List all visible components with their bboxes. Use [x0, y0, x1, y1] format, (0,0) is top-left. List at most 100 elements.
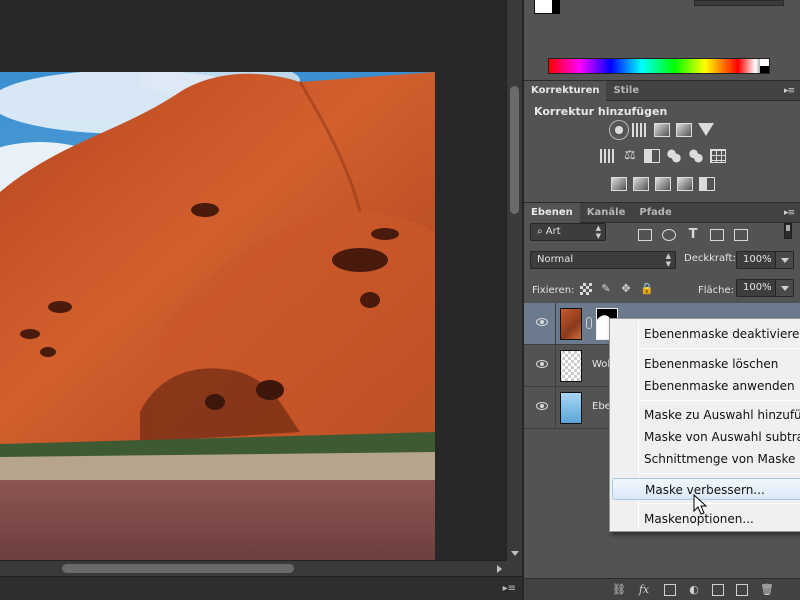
- menu-item-deactivate-mask[interactable]: Ebenenmaske deaktivieren: [610, 323, 800, 345]
- color-lookup-icon[interactable]: [710, 149, 726, 163]
- fx-icon[interactable]: fx: [636, 583, 652, 596]
- stepper-icon: ▲ ▼: [595, 224, 601, 240]
- new-layer-icon[interactable]: [736, 583, 748, 596]
- black-white-swatches[interactable]: [760, 59, 769, 73]
- blend-mode-select[interactable]: Normal ▲ ▼: [530, 251, 676, 269]
- layers-footer-toolbar: ⛓ fx ◐ 🗑: [524, 578, 800, 600]
- menu-item-delete-mask[interactable]: Ebenenmaske löschen: [610, 353, 800, 375]
- tab-kanaele[interactable]: Kanäle: [580, 203, 633, 223]
- scroll-right-arrow-icon[interactable]: [497, 565, 502, 573]
- layer-thumbnail[interactable]: [560, 392, 582, 424]
- group-folder-icon[interactable]: [712, 583, 724, 596]
- vertical-scrollbar[interactable]: [506, 0, 522, 560]
- text-layer-filter-icon[interactable]: T: [686, 228, 700, 241]
- lock-all-icon[interactable]: 🔒: [640, 283, 654, 295]
- adjustment-layer-filter-icon[interactable]: [662, 229, 676, 241]
- search-icon: ⌕: [537, 226, 546, 237]
- menu-separator: [640, 348, 800, 349]
- gradient-map-icon[interactable]: [677, 177, 693, 191]
- shape-layer-filter-icon[interactable]: [710, 229, 724, 241]
- status-menu-icon[interactable]: ▸≡: [503, 583, 516, 594]
- add-mask-icon[interactable]: [664, 583, 676, 596]
- lock-transparent-pixels-icon[interactable]: [580, 283, 592, 295]
- layer-thumbnail[interactable]: [560, 350, 582, 382]
- photo-filter-icon[interactable]: [666, 149, 682, 163]
- scroll-down-arrow-icon[interactable]: [511, 551, 519, 556]
- layer-filter-kind-select[interactable]: ⌕ Art ▲ ▼: [530, 223, 606, 241]
- lock-label: Fixieren:: [532, 285, 575, 296]
- layer-thumbnail[interactable]: [560, 308, 582, 340]
- layer-filter-toggle[interactable]: [784, 223, 792, 239]
- vertical-scroll-thumb[interactable]: [510, 86, 519, 214]
- menu-separator: [640, 473, 800, 474]
- selective-color-icon[interactable]: [699, 177, 715, 191]
- filter-kind-value: Art: [545, 226, 561, 237]
- fill-value: 100%: [743, 282, 772, 293]
- eye-icon[interactable]: [536, 318, 548, 326]
- hue-saturation-icon[interactable]: [600, 149, 616, 163]
- background-color-swatch[interactable]: [552, 0, 560, 14]
- menu-separator: [640, 400, 800, 401]
- threshold-icon[interactable]: [655, 177, 671, 191]
- tab-pfade[interactable]: Pfade: [632, 203, 678, 223]
- color-slider-track[interactable]: [694, 0, 784, 6]
- panel-menu-icon[interactable]: ▸≡: [784, 86, 795, 96]
- link-icon[interactable]: ⛓: [612, 583, 626, 596]
- smart-object-filter-icon[interactable]: [734, 229, 748, 241]
- opacity-input[interactable]: 100%: [736, 251, 794, 269]
- fill-input[interactable]: 100%: [736, 279, 794, 297]
- color-balance-icon[interactable]: ⚖: [622, 149, 638, 163]
- stepper-icon: ▲ ▼: [665, 252, 671, 268]
- mask-link-chain-icon[interactable]: [586, 317, 592, 329]
- menu-item-apply-mask[interactable]: Ebenenmaske anwenden: [610, 375, 800, 397]
- adjustments-panel: Korrekturen Stile ▸≡ Korrektur hinzufügen…: [524, 80, 800, 202]
- tab-stile[interactable]: Stile: [606, 81, 646, 101]
- photoshop-window: ▸≡ Korrekturen Stile ▸≡ Korrektur hinzufü…: [0, 0, 800, 600]
- tab-korrekturen[interactable]: Korrekturen: [524, 81, 607, 101]
- horizontal-scrollbar[interactable]: [0, 560, 506, 576]
- opacity-label: Deckkraft:: [684, 253, 736, 264]
- color-spectrum-bar[interactable]: [548, 58, 770, 74]
- posterize-icon[interactable]: [633, 177, 649, 191]
- layer-filter-icons: T: [638, 228, 748, 241]
- trash-icon[interactable]: 🗑: [760, 583, 774, 596]
- exposure-icon[interactable]: [676, 123, 692, 137]
- horizontal-scroll-thumb[interactable]: [62, 564, 294, 573]
- curves-icon[interactable]: [654, 123, 670, 137]
- visibility-cell[interactable]: [524, 303, 556, 345]
- layer-name[interactable]: Wol: [592, 359, 610, 370]
- invert-icon[interactable]: [611, 177, 627, 191]
- vibrance-icon[interactable]: [698, 123, 714, 136]
- layer-name[interactable]: Ebe: [592, 401, 611, 412]
- menu-item-subtract-mask-from-selection[interactable]: Maske von Auswahl subtrahieren: [610, 426, 800, 448]
- brightness-icon[interactable]: [612, 123, 626, 137]
- document-canvas[interactable]: [0, 72, 435, 560]
- channel-mixer-icon[interactable]: [688, 149, 704, 163]
- black-white-icon[interactable]: [644, 149, 660, 163]
- status-bar: ▸≡: [0, 576, 522, 600]
- menu-item-intersect-mask-selection[interactable]: Schnittmenge von Maske und Auswahl: [610, 448, 800, 470]
- adjustment-layer-icon[interactable]: ◐: [688, 583, 700, 596]
- panel-menu-icon[interactable]: ▸≡: [784, 208, 795, 218]
- canvas-area[interactable]: [0, 0, 506, 560]
- fill-label: Fläche:: [698, 285, 735, 296]
- menu-item-add-mask-to-selection[interactable]: Maske zu Auswahl hinzufügen: [610, 404, 800, 426]
- pixel-layer-filter-icon[interactable]: [638, 229, 652, 241]
- tab-ebenen[interactable]: Ebenen: [524, 203, 580, 223]
- fill-dropdown-icon[interactable]: [775, 280, 793, 296]
- levels-icon[interactable]: [632, 123, 648, 137]
- blend-mode-value: Normal: [537, 254, 574, 265]
- eye-icon[interactable]: [536, 402, 548, 410]
- visibility-cell[interactable]: [524, 345, 556, 387]
- opacity-dropdown-icon[interactable]: [775, 252, 793, 268]
- opacity-value: 100%: [743, 254, 772, 265]
- lock-position-move-icon[interactable]: ✥: [620, 283, 632, 295]
- lock-image-pixels-brush-icon[interactable]: ✎: [600, 283, 612, 295]
- lock-icons: ✎ ✥ 🔒: [580, 283, 654, 295]
- visibility-cell[interactable]: [524, 387, 556, 429]
- layers-tabs: Ebenen Kanäle Pfade ▸≡: [524, 203, 800, 223]
- adjustment-icons-row-1: [524, 123, 800, 137]
- menu-separator: [640, 503, 800, 504]
- adjustment-icons-row-2: ⚖: [524, 149, 800, 163]
- eye-icon[interactable]: [536, 360, 548, 368]
